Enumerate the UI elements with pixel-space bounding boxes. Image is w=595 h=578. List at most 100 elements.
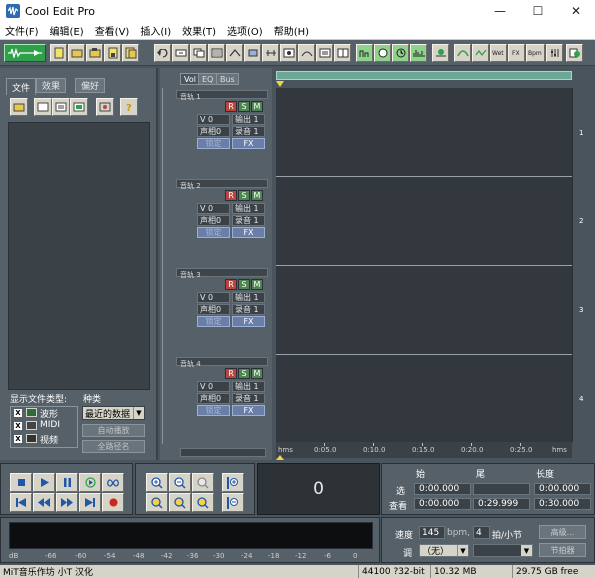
open-file-icon[interactable] [10, 98, 28, 116]
volume-field[interactable]: V 0 [197, 114, 230, 125]
beats-per-bar-field[interactable]: 4 [473, 526, 490, 539]
fx-button[interactable]: FX [232, 405, 265, 416]
record-button[interactable] [102, 493, 124, 512]
record-input-field[interactable]: 录音 1 [232, 215, 265, 226]
zoom-full-icon[interactable] [192, 473, 214, 492]
volume-field[interactable]: V 0 [197, 203, 230, 214]
rewind-button[interactable] [33, 493, 55, 512]
cut-track-icon[interactable] [172, 44, 189, 62]
pan-field[interactable]: 声相0 [197, 126, 230, 137]
menu-view[interactable]: 查看(V) [90, 23, 136, 38]
end-marker-icon[interactable] [276, 455, 284, 460]
fx-icon[interactable]: FX [508, 44, 525, 62]
mute-button[interactable]: M [251, 101, 263, 112]
selection-begin-field[interactable]: 0:00.000 [414, 483, 471, 495]
metronome-button[interactable]: 节拍器 [539, 543, 586, 557]
amplify-icon[interactable] [454, 44, 471, 62]
overview-bar[interactable] [276, 71, 572, 80]
new-file-icon[interactable] [50, 44, 67, 62]
midi-checkbox[interactable]: X [14, 422, 22, 430]
pause-button[interactable] [56, 473, 78, 492]
key-select[interactable]: （无） ▼ [419, 544, 469, 557]
mute-button[interactable]: M [251, 279, 263, 290]
tab-effects[interactable]: 效果 [36, 78, 67, 93]
insert-into-multitrack-icon[interactable] [70, 98, 88, 116]
play-to-end-button[interactable] [79, 473, 101, 492]
zoom-to-left-icon[interactable] [146, 493, 168, 512]
cd-project-icon[interactable] [566, 44, 583, 62]
bpm-icon[interactable]: Bpm [526, 44, 545, 62]
playhead-marker-icon[interactable] [276, 81, 284, 87]
close-button[interactable]: ✕ [557, 0, 595, 22]
zoom-in-horizontal-icon[interactable] [146, 473, 168, 492]
toggle-waveform-multitrack-button[interactable] [4, 44, 46, 62]
view-end-field[interactable]: 0:29.999 [473, 498, 530, 510]
tab-files[interactable]: 文件 [6, 78, 37, 95]
output-field[interactable]: 输出 1 [232, 114, 265, 125]
open-session-icon[interactable] [86, 44, 103, 62]
lock-icon[interactable] [316, 44, 333, 62]
pan-field[interactable]: 声相0 [197, 304, 230, 315]
time-ruler[interactable]: hms 0:05.0 0:10.0 0:15.0 0:20.0 0:25.0 h… [276, 442, 572, 458]
loop-play-button[interactable] [102, 473, 124, 492]
lock-button[interactable]: 锁定 [197, 405, 230, 416]
record-arm-button[interactable]: R [225, 279, 237, 290]
track-header[interactable]: 音轨 2 [176, 179, 268, 190]
view-length-field[interactable]: 0:30.000 [534, 498, 591, 510]
output-field[interactable]: 输出 1 [232, 381, 265, 392]
record-arm-button[interactable]: R [225, 368, 237, 379]
fx-button[interactable]: FX [232, 316, 265, 327]
track-header[interactable]: 音轨 3 [176, 268, 268, 279]
mixer-icon[interactable] [546, 44, 563, 62]
track-header[interactable]: 音轨 4 [176, 357, 268, 368]
track-lanes[interactable] [276, 88, 572, 442]
horizontal-scrollbar[interactable] [180, 448, 266, 457]
loop-icon[interactable] [280, 44, 297, 62]
output-field[interactable]: 输出 1 [232, 203, 265, 214]
menu-help[interactable]: 帮助(H) [269, 23, 315, 38]
solo-button[interactable]: S [238, 101, 250, 112]
tab-volume[interactable]: Vol [180, 73, 200, 85]
volume-field[interactable]: V 0 [197, 292, 230, 303]
full-path-button[interactable]: 全路径名 [82, 440, 145, 453]
normalize-icon[interactable] [472, 44, 489, 62]
tab-bus[interactable]: Bus [216, 73, 239, 85]
zoom-in-vertical-icon[interactable] [222, 473, 244, 492]
spectral-view-icon[interactable] [410, 44, 427, 62]
zoom-selection-icon[interactable] [192, 493, 214, 512]
edit-file-icon[interactable] [96, 98, 114, 116]
import-icon[interactable] [34, 98, 52, 116]
record-input-field[interactable]: 录音 1 [232, 126, 265, 137]
vertical-scrollbar[interactable]: 1 2 3 4 [572, 88, 595, 442]
view-begin-field[interactable]: 0:00.000 [414, 498, 471, 510]
open-folder-icon[interactable] [68, 44, 85, 62]
record-input-field[interactable]: 录音 1 [232, 304, 265, 315]
output-field[interactable]: 输出 1 [232, 292, 265, 303]
zoom-out-vertical-icon[interactable] [222, 493, 244, 512]
zoom-out-horizontal-icon[interactable] [169, 473, 191, 492]
solo-button[interactable]: S [238, 190, 250, 201]
file-list[interactable] [8, 122, 150, 390]
adjust-boundaries-icon[interactable] [262, 44, 279, 62]
waveform-checkbox[interactable]: X [14, 409, 22, 417]
solo-button[interactable]: S [238, 368, 250, 379]
menu-insert[interactable]: 插入(I) [135, 23, 177, 38]
menu-file[interactable]: 文件(F) [0, 23, 45, 38]
record-input-field[interactable]: 录音 1 [232, 393, 265, 404]
select-tool-icon[interactable] [334, 44, 351, 62]
help-icon[interactable]: ? [120, 98, 138, 116]
save-icon[interactable] [104, 44, 121, 62]
move-tool-icon[interactable] [374, 44, 391, 62]
menu-options[interactable]: 选项(O) [222, 23, 269, 38]
solo-button[interactable]: S [238, 279, 250, 290]
lock-button[interactable]: 锁定 [197, 316, 230, 327]
go-to-end-button[interactable] [79, 493, 101, 512]
record-arm-button[interactable]: R [225, 101, 237, 112]
track-header[interactable]: 音轨 1 [176, 90, 268, 101]
pan-field[interactable]: 声相0 [197, 393, 230, 404]
selection-length-field[interactable]: 0:00.000 [534, 483, 591, 495]
video-checkbox[interactable]: X [14, 435, 22, 443]
selection-end-field[interactable] [473, 483, 530, 495]
fast-forward-button[interactable] [56, 493, 78, 512]
volume-field[interactable]: V 0 [197, 381, 230, 392]
